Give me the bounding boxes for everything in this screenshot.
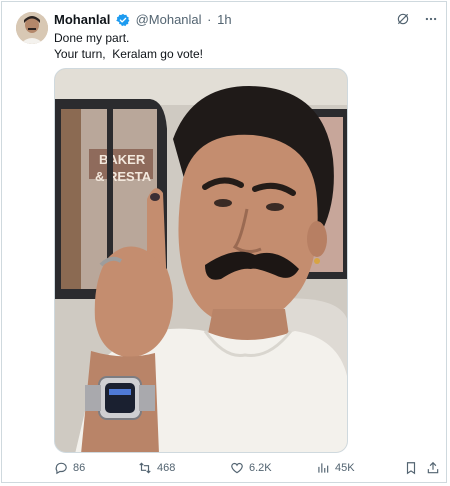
author-handle[interactable]: @Mohanlal: [136, 12, 202, 27]
tweet-text-line: Done my part.: [54, 31, 130, 45]
share-button[interactable]: [426, 461, 440, 475]
tweet-card: Mohanlal @Mohanlal · 1h Done my part. Yo…: [1, 1, 447, 483]
reply-count: 86: [73, 462, 86, 474]
like-icon: [230, 461, 244, 475]
repost-button[interactable]: 468: [138, 461, 175, 475]
tweet-text: Done my part. Your turn, Keralam go vote…: [54, 30, 203, 62]
views-count: 45K: [335, 462, 355, 474]
share-icon: [426, 461, 440, 475]
tweet-photo[interactable]: BAKER & RESTA: [54, 68, 348, 453]
sign-text: BAKER: [99, 152, 146, 167]
author-name[interactable]: Mohanlal: [54, 12, 110, 27]
reply-button[interactable]: 86: [54, 461, 85, 475]
action-bar: 86 468 6.2K 45K: [54, 461, 442, 477]
tweet-text-line: Your turn, Keralam go vote!: [54, 47, 203, 61]
verified-badge-icon: [116, 13, 130, 31]
bookmark-icon: [404, 461, 418, 475]
tweet-header: Mohanlal @Mohanlal · 1h: [54, 12, 232, 31]
top-actions: [396, 12, 438, 26]
sign-text: & RESTA: [95, 169, 152, 184]
like-count: 6.2K: [249, 462, 272, 474]
repost-icon: [138, 461, 152, 475]
views-button[interactable]: 45K: [316, 461, 355, 475]
repost-count: 468: [157, 462, 176, 474]
separator-dot: ·: [207, 12, 212, 27]
like-button[interactable]: 6.2K: [230, 461, 272, 475]
avatar[interactable]: [16, 12, 48, 44]
grok-icon[interactable]: [396, 12, 410, 26]
more-icon[interactable]: [424, 12, 438, 26]
views-icon: [316, 461, 330, 475]
reply-icon: [54, 461, 68, 475]
timestamp[interactable]: 1h: [217, 12, 231, 27]
bookmark-button[interactable]: [404, 461, 418, 475]
